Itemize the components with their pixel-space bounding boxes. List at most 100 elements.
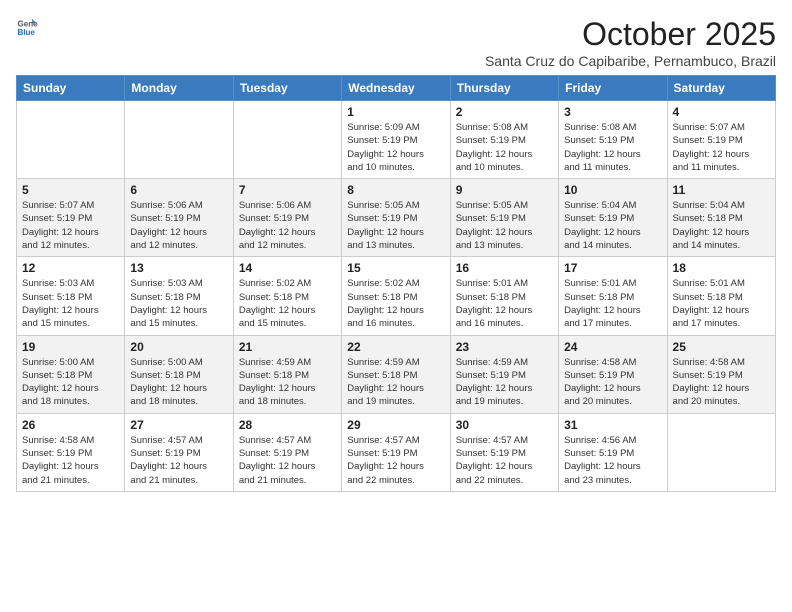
day-info: Sunrise: 4:56 AM Sunset: 5:19 PM Dayligh… [564, 434, 661, 487]
weekday-header-wednesday: Wednesday [342, 76, 450, 101]
calendar-cell: 30Sunrise: 4:57 AM Sunset: 5:19 PM Dayli… [450, 413, 558, 491]
day-number: 24 [564, 340, 661, 354]
calendar-cell: 31 Sunrise: 4:56 AM Sunset: 5:19 PM Dayli… [559, 413, 667, 491]
calendar-cell: 3Sunrise: 5:08 AM Sunset: 5:19 PM Daylig… [559, 101, 667, 179]
calendar-cell: 7 Sunrise: 5:06 AM Sunset: 5:19 PM Daylig… [233, 179, 341, 257]
weekday-header-tuesday: Tuesday [233, 76, 341, 101]
location-subtitle: Santa Cruz do Capibaribe, Pernambuco, Br… [485, 53, 776, 69]
day-number: 14 [239, 261, 336, 275]
logo: General Blue [16, 16, 40, 38]
day-number: 17 [564, 261, 661, 275]
calendar-cell: 27Sunrise: 4:57 AM Sunset: 5:19 PM Dayli… [125, 413, 233, 491]
calendar-week-1: 1Sunrise: 5:09 AM Sunset: 5:19 PM Daylig… [17, 101, 776, 179]
day-number: 6 [130, 183, 227, 197]
calendar-cell: 14 Sunrise: 5:02 AM Sunset: 5:18 PM Dayli… [233, 257, 341, 335]
day-info: Sunrise: 4:57 AM Sunset: 5:19 PM Dayligh… [239, 434, 336, 487]
calendar-cell: 9 Sunrise: 5:05 AM Sunset: 5:19 PM Daylig… [450, 179, 558, 257]
day-info: Sunrise: 5:01 AM Sunset: 5:18 PM Dayligh… [456, 277, 553, 330]
weekday-header-saturday: Saturday [667, 76, 775, 101]
day-info: Sunrise: 5:06 AM Sunset: 5:19 PM Dayligh… [239, 199, 336, 252]
day-number: 21 [239, 340, 336, 354]
day-info: Sunrise: 5:04 AM Sunset: 5:19 PM Dayligh… [564, 199, 661, 252]
calendar-cell: 23Sunrise: 4:59 AM Sunset: 5:19 PM Dayli… [450, 335, 558, 413]
day-info: Sunrise: 5:08 AM Sunset: 5:19 PM Dayligh… [456, 121, 553, 174]
weekday-header-row: SundayMondayTuesdayWednesdayThursdayFrid… [17, 76, 776, 101]
day-number: 29 [347, 418, 444, 432]
calendar-cell: 5 Sunrise: 5:07 AM Sunset: 5:19 PM Daylig… [17, 179, 125, 257]
day-info: Sunrise: 4:57 AM Sunset: 5:19 PM Dayligh… [456, 434, 553, 487]
day-number: 13 [130, 261, 227, 275]
calendar-cell: 25Sunrise: 4:58 AM Sunset: 5:19 PM Dayli… [667, 335, 775, 413]
calendar-cell: 2 Sunrise: 5:08 AM Sunset: 5:19 PM Daylig… [450, 101, 558, 179]
calendar-cell: 22 Sunrise: 4:59 AM Sunset: 5:18 PM Dayli… [342, 335, 450, 413]
calendar-cell: 13Sunrise: 5:03 AM Sunset: 5:18 PM Dayli… [125, 257, 233, 335]
calendar-cell: 11 Sunrise: 5:04 AM Sunset: 5:18 PM Dayli… [667, 179, 775, 257]
day-number: 2 [456, 105, 553, 119]
day-info: Sunrise: 5:05 AM Sunset: 5:19 PM Dayligh… [456, 199, 553, 252]
day-number: 16 [456, 261, 553, 275]
day-info: Sunrise: 4:57 AM Sunset: 5:19 PM Dayligh… [347, 434, 444, 487]
calendar-cell: 1Sunrise: 5:09 AM Sunset: 5:19 PM Daylig… [342, 101, 450, 179]
weekday-header-sunday: Sunday [17, 76, 125, 101]
day-info: Sunrise: 5:07 AM Sunset: 5:19 PM Dayligh… [22, 199, 119, 252]
calendar-cell: 8 Sunrise: 5:05 AM Sunset: 5:19 PM Daylig… [342, 179, 450, 257]
day-number: 15 [347, 261, 444, 275]
calendar-cell [667, 413, 775, 491]
calendar-cell: 20 Sunrise: 5:00 AM Sunset: 5:18 PM Dayli… [125, 335, 233, 413]
calendar-cell: 17Sunrise: 5:01 AM Sunset: 5:18 PM Dayli… [559, 257, 667, 335]
day-number: 22 [347, 340, 444, 354]
day-number: 10 [564, 183, 661, 197]
day-info: Sunrise: 5:01 AM Sunset: 5:18 PM Dayligh… [673, 277, 770, 330]
calendar-cell: 12 Sunrise: 5:03 AM Sunset: 5:18 PM Dayli… [17, 257, 125, 335]
calendar-cell: 18 Sunrise: 5:01 AM Sunset: 5:18 PM Dayli… [667, 257, 775, 335]
day-info: Sunrise: 5:05 AM Sunset: 5:19 PM Dayligh… [347, 199, 444, 252]
day-number: 5 [22, 183, 119, 197]
day-number: 19 [22, 340, 119, 354]
svg-text:General: General [17, 19, 38, 28]
day-number: 20 [130, 340, 227, 354]
weekday-header-friday: Friday [559, 76, 667, 101]
calendar-week-3: 12 Sunrise: 5:03 AM Sunset: 5:18 PM Dayli… [17, 257, 776, 335]
calendar-cell: 24 Sunrise: 4:58 AM Sunset: 5:19 PM Dayli… [559, 335, 667, 413]
day-number: 7 [239, 183, 336, 197]
day-info: Sunrise: 4:59 AM Sunset: 5:18 PM Dayligh… [347, 356, 444, 409]
day-number: 9 [456, 183, 553, 197]
day-info: Sunrise: 5:02 AM Sunset: 5:18 PM Dayligh… [239, 277, 336, 330]
day-info: Sunrise: 5:04 AM Sunset: 5:18 PM Dayligh… [673, 199, 770, 252]
day-number: 8 [347, 183, 444, 197]
day-number: 25 [673, 340, 770, 354]
title-block: October 2025 Santa Cruz do Capibaribe, P… [485, 16, 776, 69]
calendar-cell [125, 101, 233, 179]
calendar-cell [17, 101, 125, 179]
calendar-cell: 29 Sunrise: 4:57 AM Sunset: 5:19 PM Dayli… [342, 413, 450, 491]
day-number: 1 [347, 105, 444, 119]
day-info: Sunrise: 5:03 AM Sunset: 5:18 PM Dayligh… [22, 277, 119, 330]
calendar-cell [233, 101, 341, 179]
day-number: 23 [456, 340, 553, 354]
calendar-cell: 21 Sunrise: 4:59 AM Sunset: 5:18 PM Dayli… [233, 335, 341, 413]
day-number: 27 [130, 418, 227, 432]
day-info: Sunrise: 5:00 AM Sunset: 5:18 PM Dayligh… [130, 356, 227, 409]
day-number: 31 [564, 418, 661, 432]
day-info: Sunrise: 4:58 AM Sunset: 5:19 PM Dayligh… [564, 356, 661, 409]
weekday-header-monday: Monday [125, 76, 233, 101]
calendar-cell: 16 Sunrise: 5:01 AM Sunset: 5:18 PM Dayli… [450, 257, 558, 335]
calendar-week-4: 19 Sunrise: 5:00 AM Sunset: 5:18 PM Dayli… [17, 335, 776, 413]
month-title: October 2025 [485, 16, 776, 53]
weekday-header-thursday: Thursday [450, 76, 558, 101]
day-number: 12 [22, 261, 119, 275]
day-number: 18 [673, 261, 770, 275]
calendar-week-2: 5 Sunrise: 5:07 AM Sunset: 5:19 PM Daylig… [17, 179, 776, 257]
calendar-cell: 26Sunrise: 4:58 AM Sunset: 5:19 PM Dayli… [17, 413, 125, 491]
logo-icon: General Blue [16, 16, 38, 38]
day-number: 11 [673, 183, 770, 197]
day-number: 4 [673, 105, 770, 119]
day-info: Sunrise: 4:59 AM Sunset: 5:18 PM Dayligh… [239, 356, 336, 409]
day-info: Sunrise: 5:00 AM Sunset: 5:18 PM Dayligh… [22, 356, 119, 409]
calendar-cell: 28 Sunrise: 4:57 AM Sunset: 5:19 PM Dayli… [233, 413, 341, 491]
calendar-cell: 10 Sunrise: 5:04 AM Sunset: 5:19 PM Dayli… [559, 179, 667, 257]
day-number: 28 [239, 418, 336, 432]
day-info: Sunrise: 4:58 AM Sunset: 5:19 PM Dayligh… [22, 434, 119, 487]
calendar-table: SundayMondayTuesdayWednesdayThursdayFrid… [16, 75, 776, 492]
calendar-cell: 4Sunrise: 5:07 AM Sunset: 5:19 PM Daylig… [667, 101, 775, 179]
